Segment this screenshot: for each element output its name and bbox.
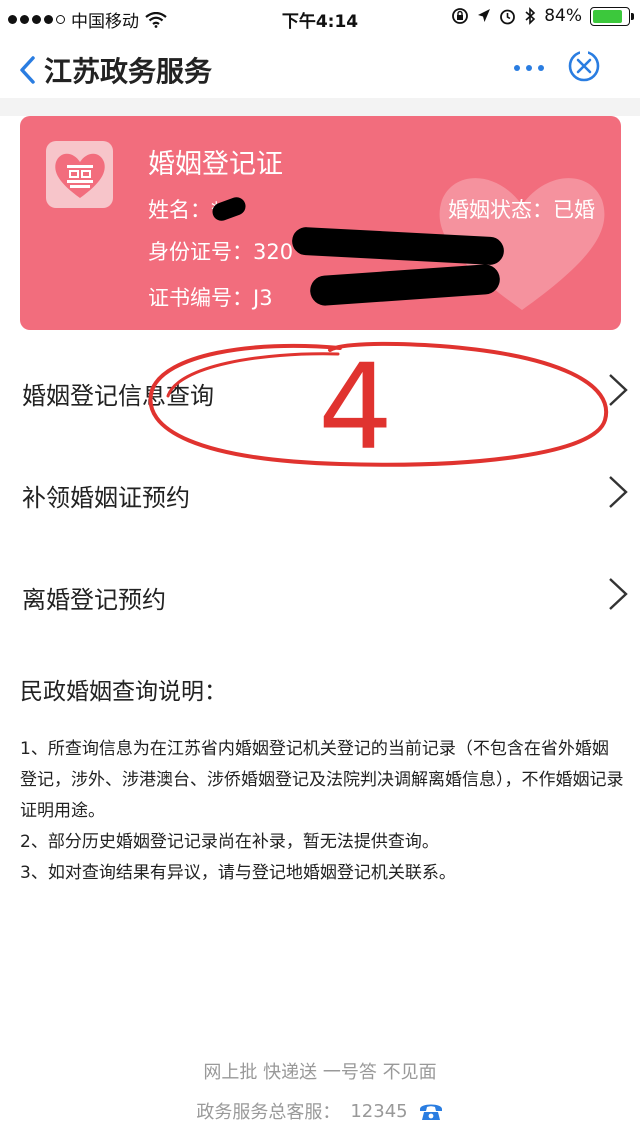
- hotline-label: 政务服务总客服：: [196, 1102, 341, 1123]
- chevron-right-icon: [609, 476, 628, 508]
- alarm-icon: [500, 9, 516, 24]
- note-item: 1、所查询信息为在江苏省内婚姻登记机关登记的当前记录（不包含在省外婚姻登记，涉外…: [20, 739, 624, 821]
- battery-icon: [590, 6, 634, 26]
- id-number-row: 身份证号：320: [148, 236, 293, 266]
- status-label: 婚姻状态：: [448, 198, 553, 222]
- card-title: 婚姻登记证: [148, 149, 283, 180]
- status-icons: 84%: [451, 6, 634, 26]
- nav-bar: 江苏政务服务: [0, 34, 640, 98]
- location-icon: [478, 9, 491, 22]
- status-value: 已婚: [553, 198, 595, 222]
- page-title: 江苏政务服务: [44, 55, 213, 88]
- footer-hotline: 政务服务总客服： 12345: [0, 1098, 640, 1124]
- menu-item-label: 离婚登记预约: [22, 586, 166, 614]
- chevron-right-icon: [609, 578, 628, 610]
- name-label: 姓名：: [148, 198, 211, 222]
- double-happiness-logo-icon: [46, 141, 113, 208]
- menu-item-reissue-certificate[interactable]: 补领婚姻证预约: [0, 442, 640, 542]
- chevron-left-icon: [20, 56, 35, 84]
- menu-item-label: 婚姻登记信息查询: [22, 382, 214, 410]
- header-separator: [0, 98, 640, 116]
- query-notes: 民政婚姻查询说明： 1、所查询信息为在江苏省内婚姻登记机关登记的当前记录（不包含…: [20, 672, 624, 889]
- more-icon[interactable]: [512, 54, 546, 78]
- cert-label: 证书编号：: [148, 286, 253, 310]
- orientation-lock-icon: [452, 8, 469, 24]
- battery-level: [593, 9, 622, 23]
- back-button[interactable]: 江苏政务服务: [18, 50, 212, 90]
- marriage-certificate-card[interactable]: 婚姻登记证 姓名：* 婚姻状态：已婚 身份证号：320 证书编号：J3: [20, 116, 621, 330]
- notes-title: 民政婚姻查询说明：: [20, 679, 227, 705]
- footer-slogan: 网上批 快递送 一号答 不见面: [203, 1062, 437, 1083]
- marital-status: 婚姻状态：已婚: [448, 194, 595, 224]
- certificate-number-row: 证书编号：J3: [148, 282, 273, 312]
- status-bar: 中国移动 下午4:14 84%: [0, 0, 640, 34]
- bluetooth-icon: [525, 7, 536, 25]
- menu-item-marriage-query[interactable]: 婚姻登记信息查询: [0, 340, 640, 440]
- menu-item-divorce-appointment[interactable]: 离婚登记预约: [0, 544, 640, 644]
- note-item: 3、如对查询结果有异议，请与登记地婚姻登记机关联系。: [20, 863, 456, 883]
- hotline-number[interactable]: 12345: [350, 1101, 407, 1122]
- id-value: 320: [253, 240, 294, 264]
- cert-value: J3: [253, 286, 273, 310]
- phone-icon[interactable]: [418, 1100, 444, 1122]
- chevron-right-icon: [609, 374, 628, 406]
- close-circle-icon[interactable]: [566, 48, 602, 84]
- menu-item-label: 补领婚姻证预约: [22, 484, 190, 512]
- note-item: 2、部分历史婚姻登记记录尚在补录，暂无法提供查询。: [20, 832, 439, 852]
- battery-percent: 84%: [544, 6, 582, 26]
- name-row: 姓名：*: [148, 194, 222, 224]
- id-label: 身份证号：: [148, 240, 253, 264]
